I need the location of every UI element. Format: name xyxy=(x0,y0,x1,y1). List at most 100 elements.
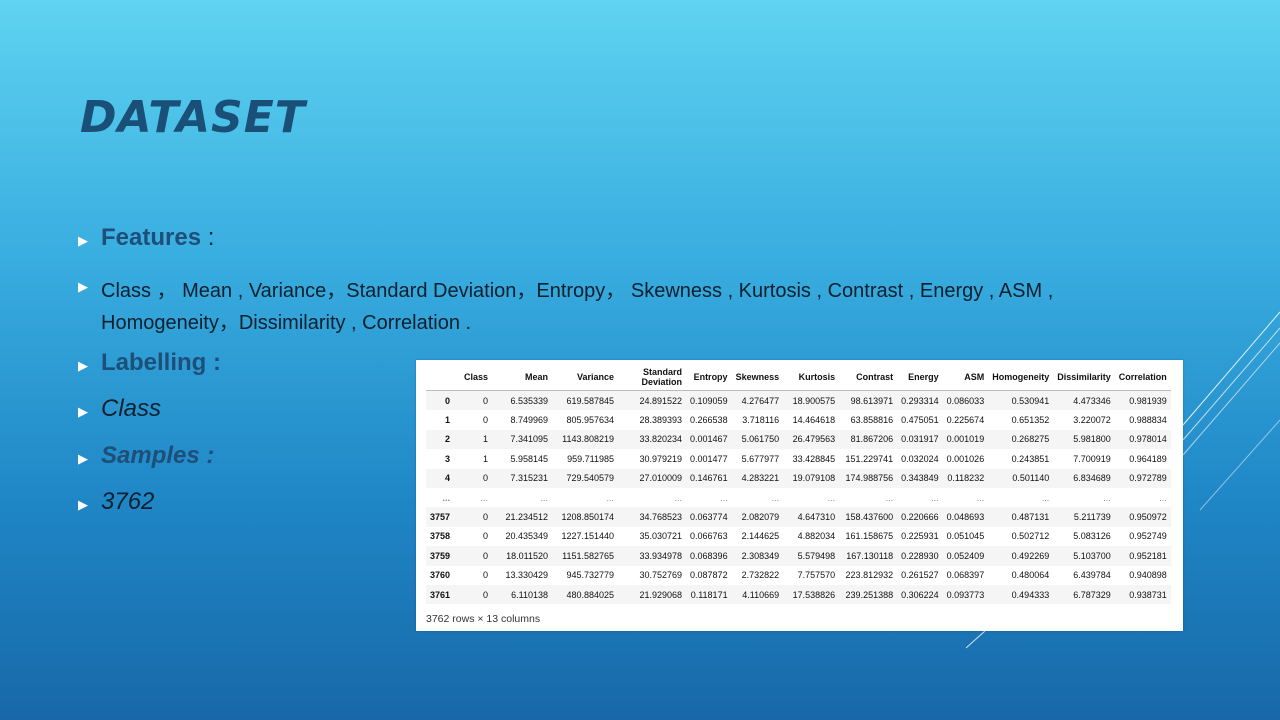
row-index-cell: 3757 xyxy=(426,507,455,527)
samples-heading: Samples : xyxy=(101,442,215,469)
table-cell: 5.981800 xyxy=(1053,429,1115,450)
table-cell: 2.732822 xyxy=(741,570,780,581)
table-cell: 5.103700 xyxy=(1053,546,1115,566)
table-cell: 158.437600 xyxy=(839,507,898,527)
table-cell: 7.700919 xyxy=(1073,453,1111,464)
table-cell: 0.220666 xyxy=(897,507,943,527)
table-cell: 0 xyxy=(454,390,493,411)
table-cell: 21.234512 xyxy=(492,507,553,527)
table-cell: 0.988834 xyxy=(1129,415,1167,426)
table-cell: 167.130118 xyxy=(839,546,898,566)
table-cell: 5.083126 xyxy=(1073,531,1111,542)
table-cell: 0.952181 xyxy=(1114,546,1171,566)
table-cell: 5.061750 xyxy=(731,429,784,450)
table-cell: 21.929068 xyxy=(618,584,687,605)
table-cell: 7.341095 xyxy=(492,429,553,450)
table-cell: 1 xyxy=(483,453,489,464)
table-cell: 17.538826 xyxy=(783,584,840,605)
table-cell: ... xyxy=(1041,492,1050,503)
table-cell: 0.492269 xyxy=(988,546,1054,566)
row-index-cell: 1 xyxy=(445,415,451,426)
table-cell: ... xyxy=(540,492,549,503)
column-header: Correlation xyxy=(1114,364,1171,391)
table-cell: 0.501140 xyxy=(988,468,1054,488)
table-cell: 19.079108 xyxy=(783,468,840,488)
table-cell: 0.266538 xyxy=(690,415,728,426)
table-row: ........................................… xyxy=(426,488,1171,507)
features-list-line-1: Class ， Mean , Variance，Standard Deviati… xyxy=(101,280,1054,302)
bullet-triangle-icon: ▶ xyxy=(78,279,88,294)
table-cell: 0.293314 xyxy=(897,390,943,411)
table-cell: 2.308349 xyxy=(731,546,784,566)
table-cell: 6.787329 xyxy=(1053,584,1115,605)
table-cell: 0.938731 xyxy=(1114,584,1171,605)
column-header: ASM xyxy=(942,364,989,391)
table-cell: 0 xyxy=(454,468,493,488)
table-cell: 174.988756 xyxy=(839,468,898,488)
table-cell: 33.428845 xyxy=(792,453,836,464)
table-cell: 0.086033 xyxy=(942,390,989,411)
features-heading-label: Features xyxy=(101,224,202,251)
table-cell: 20.435349 xyxy=(505,531,549,542)
table-row: 4 0 7.315231 729.540579 27.010009 0.146761 4.2… xyxy=(426,468,1171,488)
table-cell: 0.225674 xyxy=(946,415,985,426)
row-index-cell: 2 xyxy=(426,429,455,450)
row-index-cell: 3 xyxy=(445,453,451,464)
table-cell: 4.283221 xyxy=(731,468,784,488)
table-cell: 0.480064 xyxy=(1011,570,1050,581)
table-cell: ... xyxy=(931,492,939,503)
table-cell: 945.732779 xyxy=(566,570,615,581)
table-cell: ... xyxy=(480,492,489,503)
table-cell: 26.479563 xyxy=(783,429,840,450)
dataframe-table-card: Class Mean Variance Standard Deviation E… xyxy=(416,360,1183,631)
table-cell: 6.110138 xyxy=(492,584,553,605)
table-row: 0 0 6.535339 619.587845 24.891522 0.109059 4.2… xyxy=(426,390,1171,411)
table-cell: ... xyxy=(720,492,728,503)
table-header-row: Class Mean Variance Standard Deviation E… xyxy=(426,364,1171,391)
table-cell: 0.068396 xyxy=(686,546,732,566)
row-index-cell: 3760 xyxy=(430,570,451,581)
features-list-line-2: Homogeneity，Dissimilarity , Correlation … xyxy=(101,312,472,334)
row-index-cell: ... xyxy=(442,492,451,503)
table-cell: ... xyxy=(606,492,615,503)
column-header: Entropy xyxy=(686,364,732,391)
table-cell: 0 xyxy=(483,531,489,542)
table-cell: 98.613971 xyxy=(839,390,898,411)
table-cell: 0.950972 xyxy=(1114,507,1171,527)
table-cell: 0.066763 xyxy=(690,531,728,542)
table-cell: 2.082079 xyxy=(731,507,784,527)
table-cell: 0.964189 xyxy=(1129,453,1167,464)
table-cell: 0.306224 xyxy=(897,584,943,605)
column-header: Homogeneity xyxy=(988,364,1054,391)
dataframe-table: Class Mean Variance Standard Deviation E… xyxy=(426,364,1171,605)
row-index-cell: 4 xyxy=(426,468,455,488)
bullet-triangle-icon: ▶ xyxy=(78,233,88,248)
table-cell: 0.031917 xyxy=(897,429,943,450)
table-row: 3 1 5.958145 959.711985 30.979219 0.001477 5.6… xyxy=(426,449,1171,468)
table-cell: 0.475051 xyxy=(901,415,939,426)
table-cell: ... xyxy=(827,492,836,503)
table-cell: 0.118171 xyxy=(686,584,732,605)
table-body: 0 0 6.535339 619.587845 24.891522 0.109059 4.2… xyxy=(426,390,1171,605)
table-cell: 0.972789 xyxy=(1114,468,1171,488)
table-cell: 13.330429 xyxy=(505,570,549,581)
table-cell: 5.579498 xyxy=(783,546,840,566)
table-cell: 0.087872 xyxy=(690,570,728,581)
table-cell: 161.158675 xyxy=(845,531,894,542)
table-cell: 1227.151440 xyxy=(561,531,615,542)
table-cell: ... xyxy=(885,492,894,503)
table-cell: 4.882034 xyxy=(797,531,836,542)
table-cell: 0.243851 xyxy=(1011,453,1050,464)
column-header xyxy=(426,364,455,391)
table-cell: 81.867206 xyxy=(839,429,898,450)
table-cell: 33.934978 xyxy=(618,546,687,566)
table-cell: 1 xyxy=(454,429,493,450)
table-cell: 959.711985 xyxy=(567,453,615,464)
table-cell: 0.261527 xyxy=(901,570,939,581)
table-cell: 0.343849 xyxy=(897,468,943,488)
table-cell: ... xyxy=(771,492,780,503)
bullet-triangle-icon: ▶ xyxy=(78,404,88,419)
features-heading-colon: : xyxy=(207,224,215,251)
table-cell: ... xyxy=(1103,492,1111,503)
table-cell: 0.487131 xyxy=(988,507,1054,527)
